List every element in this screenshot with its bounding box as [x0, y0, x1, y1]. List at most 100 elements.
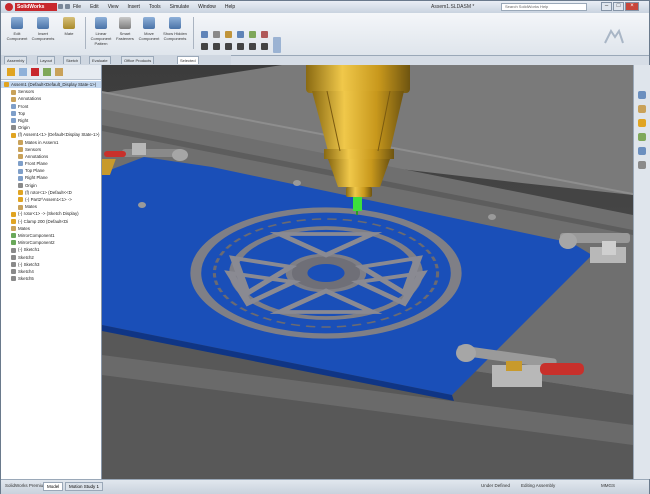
- ribbon-separator: [193, 17, 194, 49]
- menu-window[interactable]: Window: [198, 3, 216, 11]
- tree-item[interactable]: (-) Clamp 200 (Default<Di: [1, 218, 101, 225]
- tree-item[interactable]: Mates in Assem1: [1, 139, 101, 146]
- tree-node-icon: [11, 269, 16, 275]
- file-explorer-icon[interactable]: [638, 119, 646, 127]
- scene-icon[interactable]: [261, 43, 268, 50]
- app-window: SolidWorks File Edit View Insert Tools S…: [0, 0, 650, 494]
- show-hidden-button[interactable]: Show Hidden Components: [163, 17, 187, 47]
- tree-item-label: MirrorComponent2: [18, 240, 55, 246]
- tree-item[interactable]: Right Plane: [1, 174, 101, 181]
- move-component-button[interactable]: Move Component: [137, 17, 161, 47]
- tab-sketch[interactable]: Sketch: [63, 56, 82, 64]
- tree-item[interactable]: (-) Part2^Assem1<1> ->: [1, 196, 101, 203]
- linear-pattern-icon: [95, 17, 107, 29]
- tree-node-icon: [18, 197, 23, 203]
- tab-assembly[interactable]: Assembly: [4, 56, 28, 64]
- tree-item-label: Mates: [18, 225, 30, 231]
- tree-item[interactable]: Sketch5: [1, 275, 101, 282]
- view-orientation-icon[interactable]: [201, 31, 208, 38]
- tree-item[interactable]: Front: [1, 103, 101, 110]
- tree-item[interactable]: MirrorComponent1: [1, 232, 101, 239]
- tree-item[interactable]: Annotations: [1, 153, 101, 160]
- insert-components-button[interactable]: Insert Components: [31, 17, 55, 47]
- appearances-icon[interactable]: [638, 147, 646, 155]
- tree-item-label: Right: [18, 117, 29, 123]
- tree-node-icon: [11, 211, 16, 217]
- stud: [138, 202, 146, 208]
- tab-motion-study[interactable]: Motion Study 1: [65, 482, 104, 491]
- tree-item[interactable]: Assem1 (Default<Default_Display State-1>…: [1, 81, 101, 89]
- command-tabs: Assembly Layout Sketch Evaluate Office P…: [1, 55, 231, 65]
- tree-node-icon: [11, 111, 16, 117]
- tab-model[interactable]: Model: [43, 482, 64, 491]
- tree-item[interactable]: Front Plane: [1, 160, 101, 167]
- edit-appearance-icon[interactable]: [261, 31, 268, 38]
- rotate-view-icon[interactable]: [201, 43, 208, 50]
- tree-item[interactable]: (f) Assem1<1> (Default<Display State-1>): [1, 131, 101, 138]
- tree-item[interactable]: Sensors: [1, 88, 101, 95]
- menu-view[interactable]: View: [108, 3, 119, 11]
- hide-show-icon[interactable]: [249, 31, 256, 38]
- standard-views-icon[interactable]: [249, 43, 256, 50]
- tree-item[interactable]: Right: [1, 117, 101, 124]
- tree-item[interactable]: (f) rotor<1> (Default<<D: [1, 189, 101, 196]
- feature-manager-icon[interactable]: [7, 68, 15, 76]
- menu-file[interactable]: File: [73, 3, 81, 11]
- tree-node-icon: [18, 182, 23, 188]
- tree-item[interactable]: Origin: [1, 182, 101, 189]
- tree-item[interactable]: (-) rotor<1> -> (Sketch Display): [1, 210, 101, 217]
- tree-item[interactable]: Sensors: [1, 146, 101, 153]
- tree-item[interactable]: Top Plane: [1, 167, 101, 174]
- tree-item[interactable]: Mates: [1, 203, 101, 210]
- linear-pattern-button[interactable]: Linear Component Pattern: [89, 17, 113, 47]
- tree-item[interactable]: MirrorComponent2: [1, 239, 101, 246]
- tree-item[interactable]: (-) Sketch3: [1, 261, 101, 268]
- tree-item[interactable]: Origin: [1, 124, 101, 131]
- new-icon[interactable]: [58, 4, 63, 9]
- resources-icon[interactable]: [638, 91, 646, 99]
- close-button[interactable]: ×: [625, 2, 639, 11]
- display-style-icon[interactable]: [237, 31, 244, 38]
- menu-insert[interactable]: Insert: [127, 3, 140, 11]
- search-input[interactable]: Search SolidWorks Help: [501, 3, 587, 11]
- tree-item[interactable]: (-) Sketch1: [1, 246, 101, 253]
- smart-fasteners-button[interactable]: Smart Fasteners: [113, 17, 137, 47]
- display-manager-icon[interactable]: [55, 68, 63, 76]
- tree-item[interactable]: Annotations: [1, 95, 101, 102]
- menu-edit[interactable]: Edit: [90, 3, 99, 11]
- dimxpert-icon[interactable]: [43, 68, 51, 76]
- open-icon[interactable]: [65, 4, 70, 9]
- menu-help[interactable]: Help: [225, 3, 235, 11]
- pan-icon[interactable]: [213, 43, 220, 50]
- tree-list: Assem1 (Default<Default_Display State-1>…: [1, 81, 101, 282]
- design-library-icon[interactable]: [638, 105, 646, 113]
- tree-item-label: (f) rotor<1> (Default<<D: [25, 189, 72, 195]
- view-settings-icon[interactable]: [273, 37, 281, 53]
- menu-tools[interactable]: Tools: [149, 3, 161, 11]
- status-under-defined: Under Defined: [481, 483, 511, 488]
- tree-item-label: Annotations: [18, 96, 42, 102]
- tree-item[interactable]: Sketch2: [1, 254, 101, 261]
- tree-item[interactable]: Sketch4: [1, 268, 101, 275]
- custom-properties-icon[interactable]: [638, 161, 646, 169]
- zoom-fit-icon[interactable]: [213, 31, 220, 38]
- status-units[interactable]: MMGS: [601, 483, 615, 488]
- view-palette-icon[interactable]: [638, 133, 646, 141]
- tree-item[interactable]: Top: [1, 110, 101, 117]
- tree-item[interactable]: Mates: [1, 225, 101, 232]
- previous-view-icon[interactable]: [237, 43, 244, 50]
- zoom-area-icon[interactable]: [225, 43, 232, 50]
- tab-office-products[interactable]: Office Products: [121, 56, 155, 64]
- edit-component-button[interactable]: Edit Component: [5, 17, 29, 47]
- configuration-manager-icon[interactable]: [31, 68, 39, 76]
- tab-selected[interactable]: Selected: [177, 56, 199, 64]
- maximize-button[interactable]: □: [613, 2, 624, 11]
- section-view-icon[interactable]: [225, 31, 232, 38]
- tab-evaluate[interactable]: Evaluate: [89, 56, 111, 64]
- property-manager-icon[interactable]: [19, 68, 27, 76]
- mate-button[interactable]: Mate: [57, 17, 81, 47]
- minimize-button[interactable]: –: [601, 2, 612, 11]
- tab-layout[interactable]: Layout: [37, 56, 56, 64]
- menu-simulate[interactable]: Simulate: [170, 3, 189, 11]
- graphics-area[interactable]: [102, 65, 633, 479]
